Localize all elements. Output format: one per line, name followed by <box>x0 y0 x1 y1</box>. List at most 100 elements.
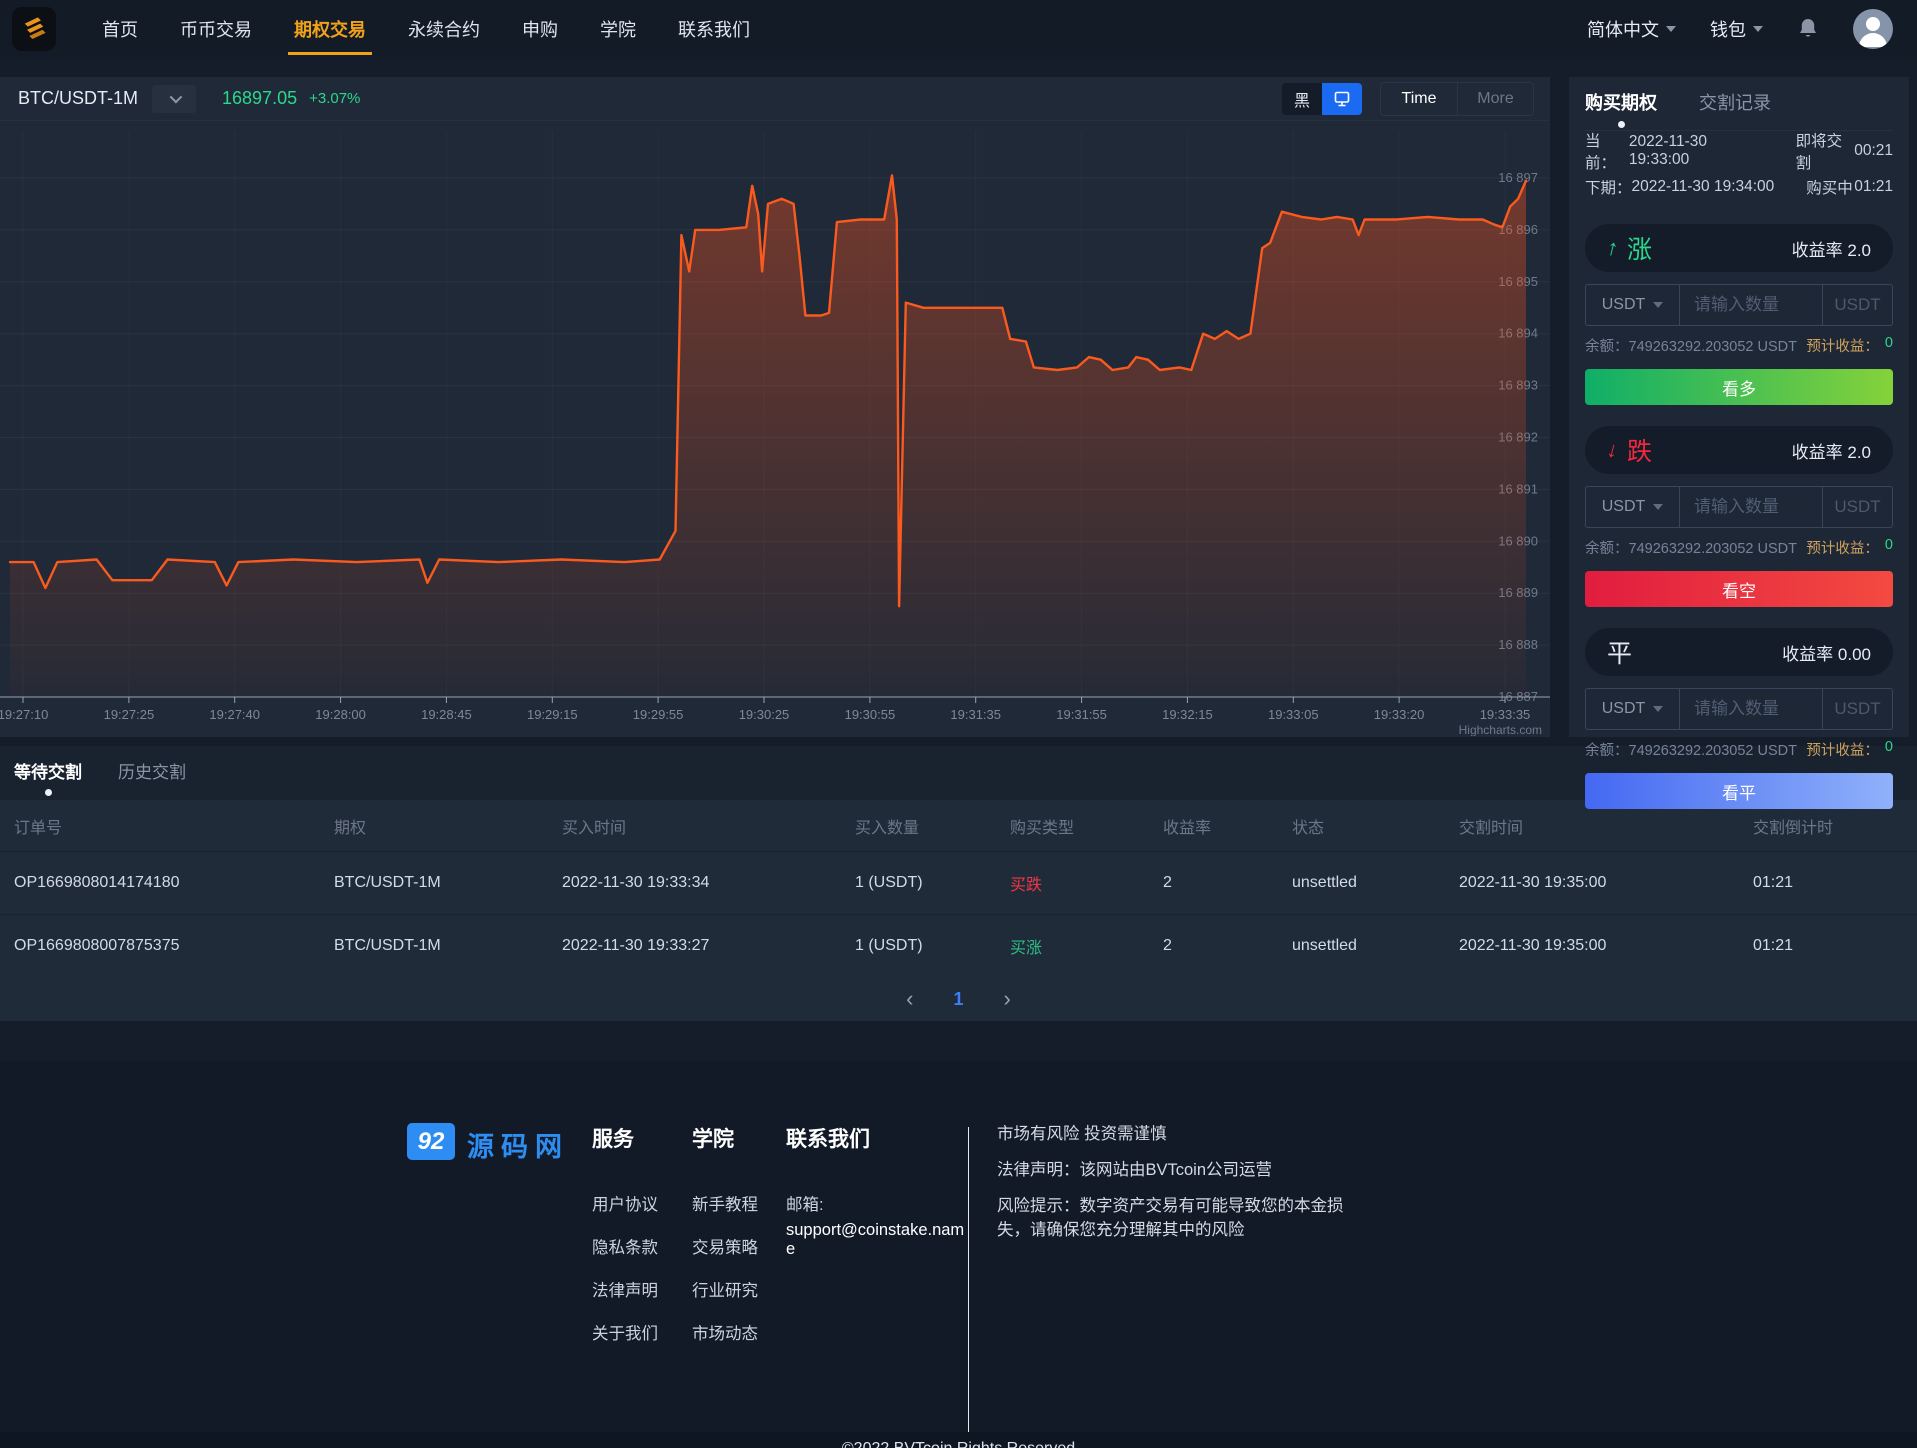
order-status: unsettled <box>1292 874 1459 892</box>
fall-profit-value: 0 <box>1885 537 1893 558</box>
rise-amount-group: USDT USDT <box>1585 284 1893 326</box>
active-tab-dot <box>45 789 52 796</box>
fall-rate-label: 收益率 <box>1792 443 1843 462</box>
nav-item-options[interactable]: 期权交易 <box>278 0 382 57</box>
next-page-button[interactable]: › <box>1004 988 1011 1010</box>
chevron-down-icon <box>1653 302 1663 308</box>
notification-bell-icon[interactable] <box>1797 17 1819 41</box>
next-countdown: 01:21 <box>1854 178 1893 196</box>
tab-buy-options-label: 购买期权 <box>1585 93 1657 113</box>
fall-currency-select[interactable]: USDT <box>1586 487 1680 527</box>
footer-link-market-news[interactable]: 市场动态 <box>692 1320 786 1344</box>
rise-currency-select[interactable]: USDT <box>1586 285 1680 325</box>
footer-divider <box>968 1127 969 1432</box>
order-row: OP1669808007875375 BTC/USDT-1M 2022-11-3… <box>0 914 1917 977</box>
chevron-down-icon <box>1666 26 1676 32</box>
rise-section: ↑ 涨 收益率 2.0 USDT USDT 余额：749263292.20305 <box>1585 224 1893 405</box>
tab-pending-label: 等待交割 <box>14 763 82 782</box>
tab-pending-settlement[interactable]: 等待交割 <box>14 758 82 796</box>
order-countdown: 01:21 <box>1753 937 1917 955</box>
support-email[interactable]: support@coinstake.name <box>786 1221 966 1259</box>
chart-panel: BTC/USDT-1M 16897.05 +3.07% 黑 <box>0 77 1550 737</box>
chart-type-button[interactable] <box>1322 83 1362 115</box>
tab-history-settlement[interactable]: 历史交割 <box>118 758 186 796</box>
flat-currency-select[interactable]: USDT <box>1586 689 1680 729</box>
theme-dark-button[interactable]: 黑 <box>1282 83 1322 115</box>
footer-disclaimers: 市场有风险 投资需谨慎 法律声明：该网站由BVTcoin公司运营 风险提示：数字… <box>997 1123 1367 1432</box>
svg-text:19:30:25: 19:30:25 <box>739 707 790 722</box>
rise-currency-label: USDT <box>1602 296 1646 314</box>
interval-more-button[interactable]: More <box>1457 83 1533 115</box>
fall-currency-label: USDT <box>1602 498 1646 516</box>
svg-text:16 897: 16 897 <box>1498 170 1538 185</box>
wallet-label: 钱包 <box>1710 16 1746 42</box>
flat-profit-value: 0 <box>1885 739 1893 760</box>
buy-rise-button[interactable]: 看多 <box>1585 369 1893 405</box>
fall-rate-value: 2.0 <box>1847 443 1871 462</box>
buy-fall-button[interactable]: 看空 <box>1585 571 1893 607</box>
col-rate: 收益率 <box>1163 814 1292 838</box>
fall-amount-input[interactable] <box>1680 497 1822 517</box>
footer-logo-text: 源码网 <box>467 1125 569 1164</box>
fall-amount-suffix: USDT <box>1822 487 1892 527</box>
footer-column-academy: 学院 新手教程 交易策略 行业研究 市场动态 <box>692 1123 786 1432</box>
svg-text:19:27:40: 19:27:40 <box>209 707 260 722</box>
flat-balance-value: 749263292.203052 USDT <box>1629 743 1798 759</box>
tab-settlement-records[interactable]: 交割记录 <box>1699 89 1771 128</box>
monitor-icon <box>1332 89 1352 109</box>
tab-buy-options[interactable]: 购买期权 <box>1585 89 1657 128</box>
order-amount: 1 (USDT) <box>855 874 1010 892</box>
chevron-down-icon <box>1653 504 1663 510</box>
order-amount: 1 (USDT) <box>855 937 1010 955</box>
fall-header: ↓ 跌 收益率 2.0 <box>1585 426 1893 474</box>
flat-amount-input[interactable] <box>1680 699 1822 719</box>
page-number[interactable]: 1 <box>953 989 963 1010</box>
rise-profit-value: 0 <box>1885 335 1893 356</box>
rise-rate-label: 收益率 <box>1792 241 1843 260</box>
disclaimer-legal: 法律声明：该网站由BVTcoin公司运营 <box>997 1159 1367 1183</box>
buy-flat-button[interactable]: 看平 <box>1585 773 1893 809</box>
order-settle-time: 2022-11-30 19:35:00 <box>1459 874 1753 892</box>
prev-page-button[interactable]: ‹ <box>906 988 913 1010</box>
footer-link-research[interactable]: 行业研究 <box>692 1277 786 1301</box>
nav-item-academy[interactable]: 学院 <box>584 0 652 57</box>
next-status: 购买中 <box>1806 176 1853 198</box>
fall-arrow-icon: ↓ <box>1604 436 1621 464</box>
brand-logo-icon <box>17 12 51 46</box>
copyright-bar: ©2022.BVTcoin Rights Reserved <box>0 1432 1917 1448</box>
nav-item-contact[interactable]: 联系我们 <box>662 0 766 57</box>
rise-balance-value: 749263292.203052 USDT <box>1629 339 1798 355</box>
footer-link-privacy[interactable]: 隐私条款 <box>592 1234 692 1258</box>
language-selector[interactable]: 简体中文 <box>1587 16 1676 42</box>
footer-link-strategy[interactable]: 交易策略 <box>692 1234 786 1258</box>
svg-text:19:33:35: 19:33:35 <box>1480 707 1531 722</box>
fall-label: 跌 <box>1627 432 1652 468</box>
footer-column-title: 服务 <box>592 1123 692 1153</box>
rise-amount-input[interactable] <box>1680 295 1822 315</box>
order-buy-time: 2022-11-30 19:33:27 <box>562 937 855 955</box>
footer-link-legal[interactable]: 法律声明 <box>592 1277 692 1301</box>
interval-time-button[interactable]: Time <box>1381 83 1457 115</box>
next-period-row: 下期： 2022-11-30 19:34:00 购买中 01:21 <box>1585 170 1893 203</box>
wallet-menu[interactable]: 钱包 <box>1710 16 1763 42</box>
flat-currency-label: USDT <box>1602 700 1646 718</box>
footer-link-beginner[interactable]: 新手教程 <box>692 1191 786 1215</box>
user-avatar[interactable] <box>1853 9 1893 49</box>
nav-item-spot[interactable]: 币币交易 <box>164 0 268 57</box>
nav-item-home[interactable]: 首页 <box>86 0 154 57</box>
svg-text:Highcharts.com: Highcharts.com <box>1459 723 1542 736</box>
rise-rate-value: 2.0 <box>1847 241 1871 260</box>
footer-link-about[interactable]: 关于我们 <box>592 1320 692 1344</box>
footer-column-service: 服务 用户协议 隐私条款 法律声明 关于我们 <box>592 1123 692 1432</box>
footer-link-user-agreement[interactable]: 用户协议 <box>592 1191 692 1215</box>
current-countdown: 00:21 <box>1854 142 1893 160</box>
nav-item-perpetual[interactable]: 永续合约 <box>392 0 496 57</box>
svg-text:19:28:45: 19:28:45 <box>421 707 472 722</box>
next-label: 下期： <box>1585 176 1632 198</box>
nav-item-subscribe[interactable]: 申购 <box>506 0 574 57</box>
fall-balance-label: 余额： <box>1585 541 1629 557</box>
symbol-dropdown-button[interactable] <box>152 85 196 113</box>
brand-logo[interactable] <box>12 7 56 51</box>
user-icon <box>1853 9 1893 49</box>
col-type: 购买类型 <box>1010 814 1163 838</box>
